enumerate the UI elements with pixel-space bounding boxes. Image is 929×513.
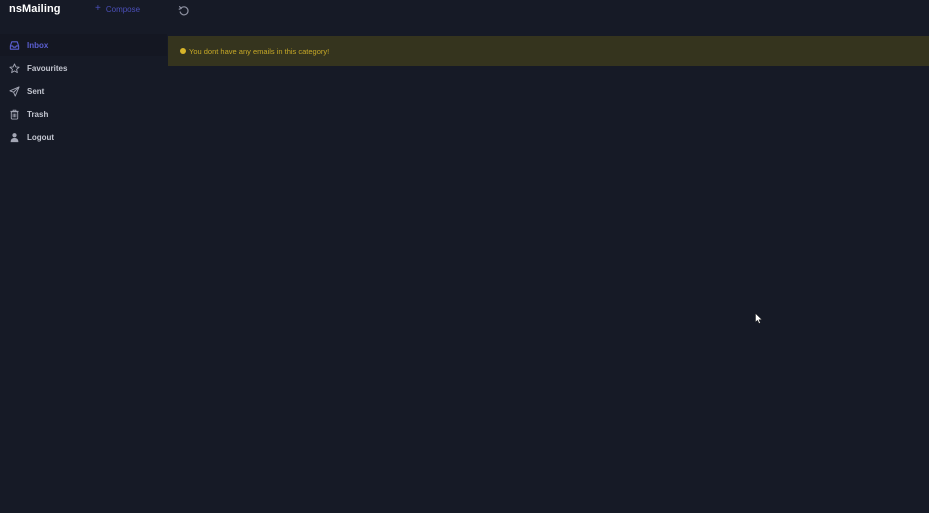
- mouse-cursor-icon: [755, 311, 763, 324]
- user-icon: [9, 132, 20, 143]
- trash-icon: [9, 109, 20, 120]
- sidebar-item-favourites[interactable]: Favourites: [0, 57, 167, 79]
- top-bar: nsMailing + Compose: [0, 0, 929, 24]
- warning-dot-icon: [180, 48, 186, 54]
- sidebar-item-trash[interactable]: Trash: [0, 103, 167, 125]
- sidebar-item-label: Trash: [27, 109, 49, 119]
- inbox-icon: [9, 40, 20, 51]
- sidebar-item-sent[interactable]: Sent: [0, 80, 167, 102]
- paper-plane-icon: [9, 85, 20, 97]
- sidebar-item-label: Sent: [27, 86, 45, 96]
- sidebar-item-label: Logout: [27, 132, 55, 142]
- star-icon: [9, 62, 20, 74]
- sidebar-item-label: Favourites: [27, 63, 68, 73]
- sidebar-item-inbox[interactable]: Inbox: [0, 34, 167, 56]
- sidebar: Inbox Favourites Sent Trash Logout: [0, 34, 167, 513]
- compose-label: Compose: [105, 4, 141, 14]
- plus-icon: +: [95, 3, 101, 14]
- brand-logo: nsMailing: [9, 3, 61, 15]
- empty-category-alert: You dont have any emails in this categor…: [168, 36, 929, 66]
- app-window: nsMailing + Compose Inbox Favourites Sen…: [0, 0, 929, 513]
- sidebar-item-label: Inbox: [27, 40, 49, 50]
- alert-message: You dont have any emails in this categor…: [189, 46, 330, 56]
- main-content: You dont have any emails in this categor…: [168, 36, 929, 513]
- refresh-icon[interactable]: [178, 4, 190, 16]
- sidebar-item-logout[interactable]: Logout: [0, 126, 167, 148]
- compose-button[interactable]: + Compose: [95, 4, 140, 14]
